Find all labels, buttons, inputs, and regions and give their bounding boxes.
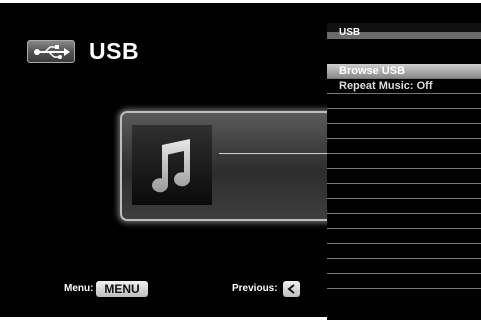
previous-key-button[interactable]: [283, 281, 300, 297]
menu-item-empty: [327, 184, 481, 199]
usb-icon: [27, 40, 75, 63]
previous-hint-label: Previous:: [232, 283, 278, 294]
chevron-left-icon: [287, 284, 295, 294]
music-note-icon: [152, 139, 191, 193]
menu-item-empty: [327, 274, 481, 289]
menu-item-label: Repeat Music: Off: [339, 80, 433, 92]
menu-item[interactable]: Repeat Music: Off: [327, 79, 481, 94]
side-menu-title: USB: [339, 27, 361, 38]
menu-item[interactable]: Browse USB: [327, 64, 481, 79]
menu-item-empty: [327, 199, 481, 214]
menu-key-button[interactable]: MENU: [96, 281, 148, 297]
now-playing-panel: [120, 111, 350, 221]
menu-item-empty: [327, 229, 481, 244]
menu-item-empty: [327, 154, 481, 169]
menu-item-label: Browse USB: [339, 65, 406, 77]
side-menu: USB Browse USB Repeat Music: Off: [327, 23, 481, 320]
menu-hint-label: Menu:: [64, 283, 94, 294]
menu-item-empty: [327, 169, 481, 184]
side-menu-header: USB: [327, 23, 481, 39]
page-title: USB: [89, 38, 140, 64]
menu-item-empty: [327, 214, 481, 229]
menu-item-empty: [327, 109, 481, 124]
menu-item-empty: [327, 244, 481, 259]
album-art: [132, 125, 212, 205]
menu-item-empty: [327, 94, 481, 109]
menu-item-empty: [327, 124, 481, 139]
menu-item-empty: [327, 139, 481, 154]
menu-item-empty: [327, 259, 481, 274]
